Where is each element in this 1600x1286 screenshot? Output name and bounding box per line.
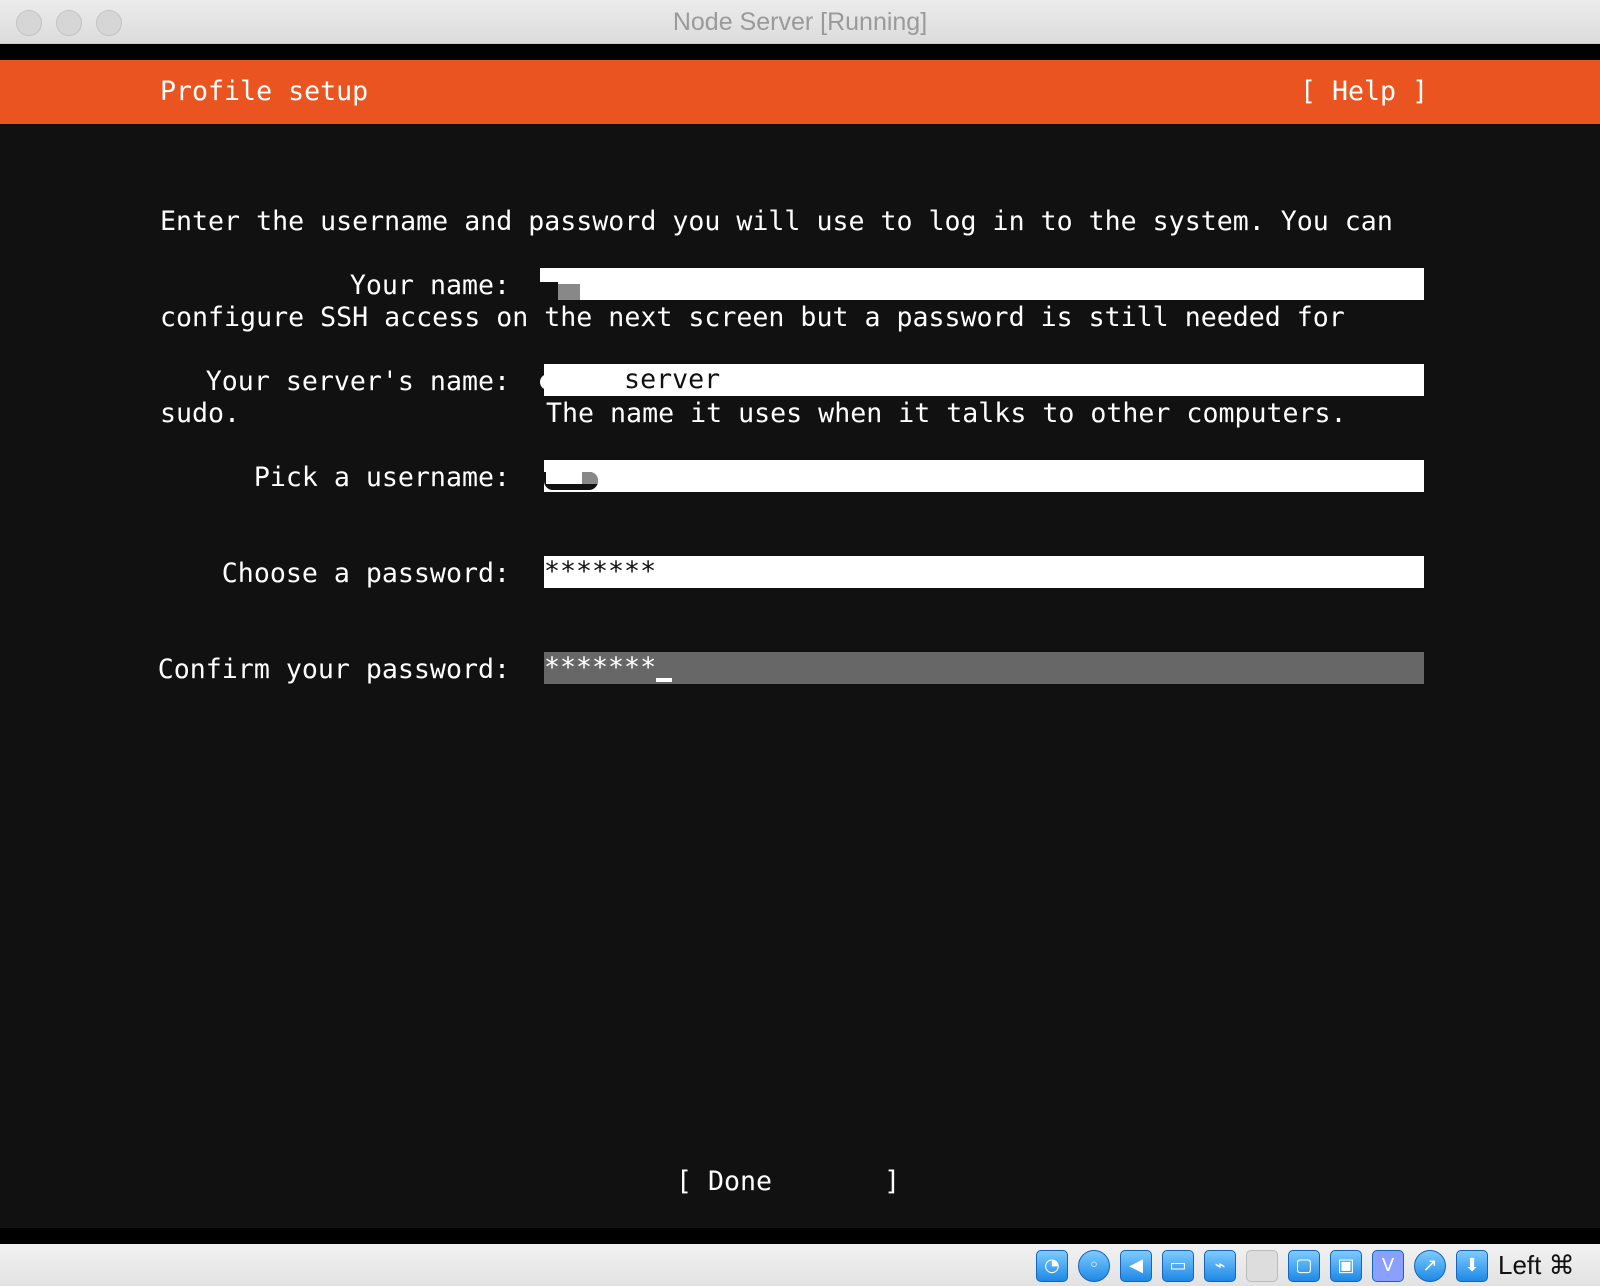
display-icon[interactable]: ▢: [1288, 1250, 1320, 1282]
network-icon[interactable]: ▭: [1162, 1250, 1194, 1282]
help-button[interactable]: [ Help ]: [1300, 76, 1428, 107]
text-cursor: [656, 678, 673, 682]
video-capture-icon[interactable]: ▣: [1330, 1250, 1362, 1282]
redaction-mark: [582, 472, 598, 484]
hard-disk-icon[interactable]: ◔: [1036, 1250, 1068, 1282]
your-name-input[interactable]: [540, 268, 1424, 300]
redaction-mark: [558, 284, 580, 300]
your-name-label: Your name:: [349, 270, 510, 301]
username-label: Pick a username:: [253, 462, 510, 493]
intro-line: Enter the username and password you will…: [160, 206, 1393, 237]
window-title: Node Server [Running]: [672, 8, 928, 36]
redaction-mark: [540, 282, 558, 300]
window-titlebar: Node Server [Running]: [0, 0, 1600, 44]
redaction-mark: [546, 472, 582, 484]
cpu-icon[interactable]: V: [1372, 1250, 1404, 1282]
username-input[interactable]: [544, 460, 1424, 492]
server-name-input[interactable]: server: [544, 364, 1424, 396]
installer-header: Profile setup [ Help ]: [0, 60, 1600, 124]
keyboard-icon[interactable]: ⬇: [1456, 1250, 1488, 1282]
shared-folder-icon[interactable]: [1246, 1250, 1278, 1282]
host-key-label: Left ⌘: [1498, 1250, 1575, 1280]
page-title: Profile setup: [160, 76, 369, 107]
server-name-hint: The name it uses when it talks to other …: [546, 398, 1347, 429]
password-input[interactable]: *******: [544, 556, 1424, 588]
redaction-mark: [540, 374, 552, 390]
confirm-password-input[interactable]: *******: [544, 652, 1424, 684]
audio-icon[interactable]: ◀: [1120, 1250, 1152, 1282]
optical-drive-icon[interactable]: ◦: [1078, 1250, 1110, 1282]
password-label: Choose a password:: [221, 558, 510, 589]
server-name-label: Your server's name:: [205, 366, 510, 397]
vm-border-top: [0, 44, 1600, 60]
done-button[interactable]: [ Done ]: [676, 1166, 900, 1198]
confirm-password-value: *******: [544, 652, 657, 683]
confirm-password-label: Confirm your password:: [157, 654, 510, 685]
vm-border-bottom: [0, 1228, 1600, 1244]
vm-status-bar: ◔ ◦ ◀ ▭ ⌁ ▢ ▣ V ↗ ⬇ Left ⌘: [0, 1244, 1600, 1286]
intro-line: configure SSH access on the next screen …: [160, 302, 1345, 333]
usb-icon[interactable]: ⌁: [1204, 1250, 1236, 1282]
mouse-integration-icon[interactable]: ↗: [1414, 1250, 1446, 1282]
